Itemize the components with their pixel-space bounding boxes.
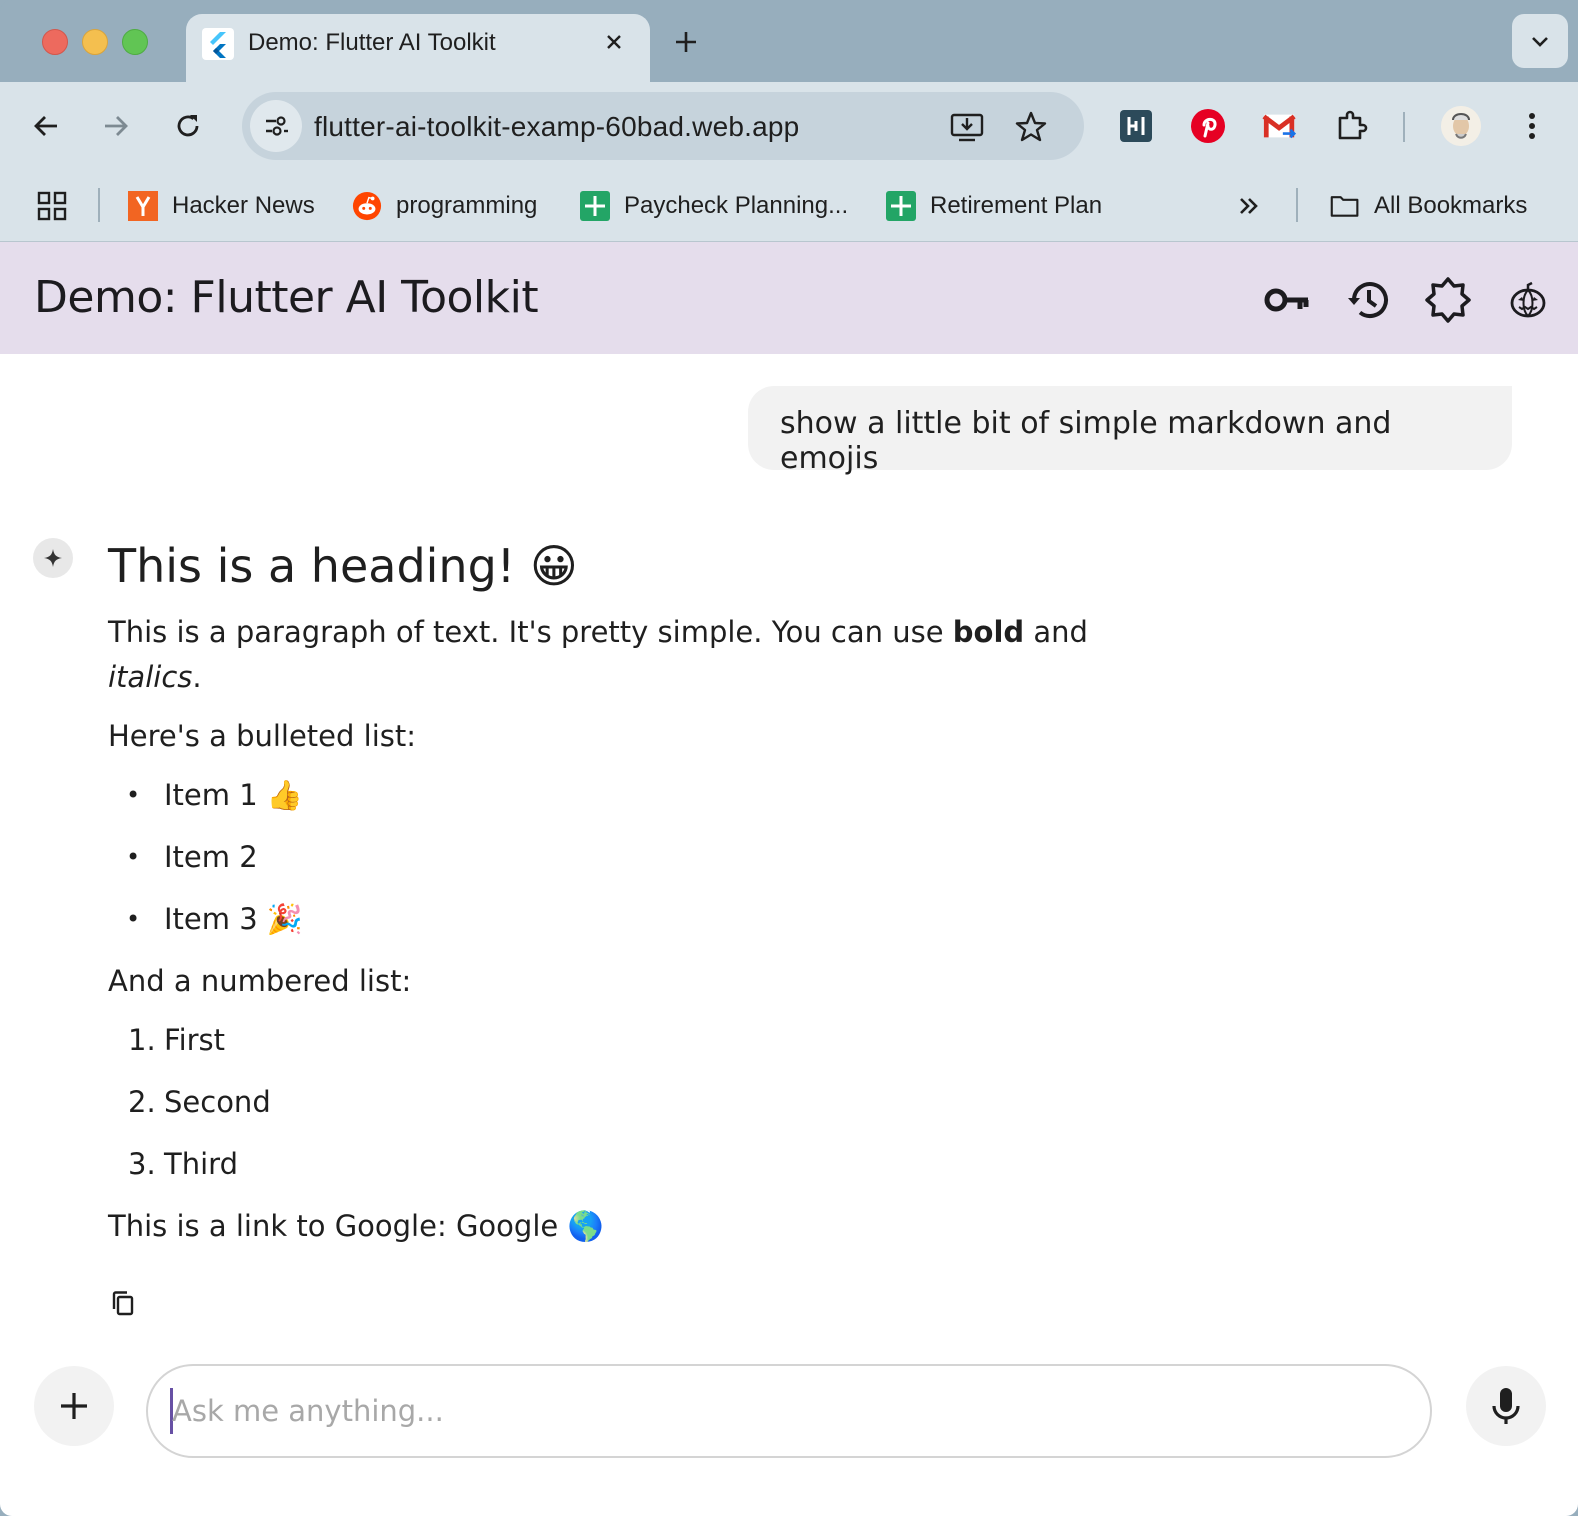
address-bar[interactable]: flutter-ai-toolkit-examp-60bad.web.app [242, 92, 1084, 160]
site-info-icon[interactable] [250, 100, 302, 152]
ai-response: This is a heading! 😀 This is a paragraph… [108, 534, 1208, 1249]
numbered-list: 1. First 2. Second 3. Third [108, 1018, 1208, 1204]
key-icon[interactable] [1264, 276, 1312, 324]
forward-icon[interactable] [96, 106, 136, 146]
bullet-dot: • [126, 843, 141, 871]
sheets-icon [580, 191, 610, 221]
tab-title: Demo: Flutter AI Toolkit [248, 29, 496, 56]
list-item: • Item 1 👍 [108, 773, 1208, 835]
bullet-dot: • [126, 781, 141, 809]
list-item: • Item 3 🎉 [108, 897, 1208, 959]
paragraph-text: This is a paragraph of text. It's pretty… [108, 615, 953, 649]
microphone-icon [1492, 1388, 1520, 1424]
reload-icon[interactable] [168, 106, 208, 146]
list-item-text: Second [164, 1085, 271, 1119]
chat-view: show a little bit of simple markdown and… [0, 354, 1578, 1516]
list-item: 3. Third [108, 1142, 1208, 1204]
chat-input[interactable] [172, 1366, 1392, 1456]
bullet-dot: • [126, 905, 141, 933]
extensions-puzzle-icon[interactable] [1334, 108, 1370, 144]
tab-search-icon[interactable] [1512, 14, 1568, 68]
globe-emoji: 🌎 [567, 1209, 604, 1243]
link-paragraph: This is a link to Google: Google 🌎 [108, 1204, 1208, 1249]
bookmarks-overflow-icon[interactable] [1236, 186, 1262, 226]
list-item: 2. Second [108, 1080, 1208, 1142]
list-item-text: First [164, 1023, 226, 1057]
app-title: Demo: Flutter AI Toolkit [34, 272, 539, 323]
back-icon[interactable] [26, 106, 66, 146]
list-item-text: Item 3 🎉 [164, 902, 304, 936]
profile-avatar[interactable] [1441, 106, 1481, 146]
bookmark-star-icon[interactable] [1012, 108, 1050, 146]
google-link[interactable]: Google [456, 1209, 558, 1243]
bookmark-hacker-news[interactable]: Hacker News [128, 186, 315, 226]
add-attachment-button[interactable] [34, 1366, 114, 1446]
bookmarks-divider [1296, 188, 1298, 222]
sparkle-icon [33, 538, 73, 578]
brightness-icon[interactable] [1424, 276, 1472, 324]
reddit-icon [352, 191, 382, 221]
bookmark-label: Paycheck Planning... [624, 192, 849, 219]
bookmark-label: Retirement Plan [930, 192, 1103, 219]
hacker-news-icon [128, 191, 158, 221]
list-number: 1. [128, 1023, 156, 1057]
bookmark-label: programming [396, 192, 538, 219]
close-window-button[interactable] [42, 29, 68, 55]
pinterest-icon[interactable] [1190, 108, 1226, 144]
gmail-icon[interactable] [1262, 108, 1298, 144]
bold-text: bold [952, 615, 1025, 649]
response-paragraph: This is a paragraph of text. It's pretty… [108, 610, 1208, 700]
list-item-text: Third [164, 1147, 238, 1181]
paragraph-text: . [192, 660, 202, 694]
list-item-text: Item 2 [164, 840, 258, 874]
all-bookmarks[interactable]: All Bookmarks [1330, 186, 1527, 226]
bookmark-paycheck-planning[interactable]: Paycheck Planning... [580, 186, 848, 226]
paragraph-text: and [1024, 615, 1088, 649]
bookmarks-divider [98, 188, 100, 222]
maximize-window-button[interactable] [122, 29, 148, 55]
pumpkin-icon[interactable] [1504, 276, 1552, 324]
user-message-bubble: show a little bit of simple markdown and… [748, 386, 1512, 476]
italic-text: italics [108, 660, 193, 694]
all-bookmarks-label: All Bookmarks [1374, 192, 1528, 219]
install-app-icon[interactable] [948, 108, 986, 146]
tab-close-icon[interactable] [598, 26, 630, 58]
numbered-list-intro: And a numbered list: [108, 964, 412, 998]
list-number: 2. [128, 1085, 156, 1119]
bookmark-label: Hacker News [172, 192, 315, 219]
list-item: • Item 2 [108, 835, 1208, 897]
url-text[interactable]: flutter-ai-toolkit-examp-60bad.web.app [314, 111, 799, 143]
browser-toolbar: flutter-ai-toolkit-examp-60bad.web.app [0, 82, 1578, 170]
extension-icon-1[interactable] [1118, 108, 1154, 144]
tab-active[interactable]: Demo: Flutter AI Toolkit [186, 14, 650, 82]
sheets-icon [886, 191, 916, 221]
list-item: 1. First [108, 1018, 1208, 1080]
bookmarks-bar: Hacker News programming Paycheck Plannin… [0, 170, 1578, 242]
copy-icon[interactable] [108, 1288, 138, 1318]
microphone-button[interactable] [1466, 1366, 1546, 1446]
history-icon[interactable] [1344, 276, 1392, 324]
flutter-icon [202, 28, 234, 60]
browser-window: Demo: Flutter AI Toolkit flutter-ai-tool… [0, 0, 1578, 1516]
bookmark-retirement-plan[interactable]: Retirement Plan [886, 186, 1102, 226]
list-item-text: Item 1 👍 [164, 778, 304, 812]
app-bar: Demo: Flutter AI Toolkit [0, 242, 1578, 354]
minimize-window-button[interactable] [82, 29, 108, 55]
list-number: 3. [128, 1147, 156, 1181]
plus-icon [61, 1393, 87, 1419]
bullet-list-intro: Here's a bulleted list: [108, 719, 417, 753]
tab-strip: Demo: Flutter AI Toolkit [0, 0, 1578, 82]
paragraph-text: This is a link to Google: [108, 1209, 456, 1243]
folder-icon [1330, 191, 1360, 221]
chat-input-container[interactable] [146, 1364, 1432, 1458]
more-menu-icon[interactable] [1514, 106, 1550, 146]
bookmark-programming[interactable]: programming [352, 186, 537, 226]
apps-grid-icon[interactable] [36, 186, 68, 226]
response-heading: This is a heading! 😀 [108, 539, 578, 593]
new-tab-icon[interactable] [668, 24, 704, 60]
toolbar-divider [1403, 112, 1405, 142]
bullet-list: • Item 1 👍 • Item 2 • Item 3 🎉 [108, 773, 1208, 959]
